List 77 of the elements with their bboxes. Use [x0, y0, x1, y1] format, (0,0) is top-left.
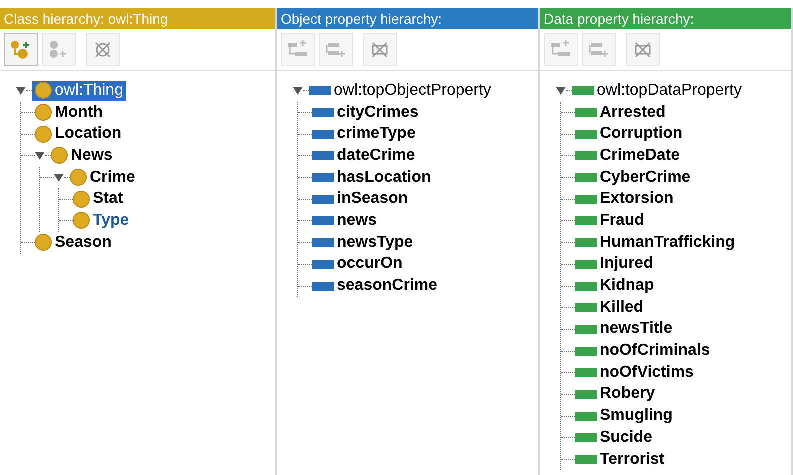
panel-title: Object property hierarchy:	[281, 10, 442, 28]
toolbar-button[interactable]	[4, 33, 38, 66]
tree-item[interactable]: cityCrimes	[337, 102, 419, 123]
data-property-icon	[575, 303, 597, 312]
data-property-icon	[572, 86, 594, 96]
tree-item[interactable]: Fraud	[600, 210, 644, 231]
tree-item[interactable]: noOfCriminals	[600, 341, 710, 362]
panel-title: Class hierarchy: owl:Thing	[4, 10, 168, 28]
tree-item[interactable]: crimeType	[337, 124, 416, 144]
tree-item[interactable]: HumanTrafficking	[600, 232, 736, 253]
data-property-icon	[575, 324, 597, 334]
tree-item[interactable]: owl:topObjectProperty	[334, 80, 492, 101]
data-property-icon	[575, 455, 597, 464]
data-property-icon	[575, 282, 597, 291]
data-property-icon	[575, 238, 597, 248]
expand-toggle-icon[interactable]	[16, 86, 26, 96]
object-property-icon	[309, 86, 331, 96]
tree-item[interactable]: Crime	[90, 168, 136, 188]
tree-item[interactable]: seasonCrime	[337, 276, 438, 296]
tree-item[interactable]: Terrorist	[600, 450, 665, 470]
object-property-icon	[312, 238, 334, 248]
object-property-icon	[312, 151, 334, 160]
delete-icon	[633, 40, 653, 60]
object-property-icon	[312, 108, 334, 118]
data-property-icon	[575, 346, 597, 356]
tree-item[interactable]: Kidnap	[600, 276, 654, 296]
tree-item[interactable]: CyberCrime	[600, 168, 691, 188]
tree-item[interactable]: news	[337, 210, 378, 231]
tree-item[interactable]: owl:Thing	[32, 80, 126, 101]
tree-item[interactable]: Killed	[600, 298, 644, 318]
panel-title: Data property hierarchy:	[544, 10, 694, 28]
tree-item[interactable]: newsType	[337, 232, 414, 253]
tree-item[interactable]: Arrested	[600, 102, 666, 123]
object-property-icon	[312, 130, 334, 139]
data-property-icon	[575, 390, 597, 399]
tree-item[interactable]: Month	[55, 102, 103, 123]
tree-item[interactable]: owl:topDataProperty	[597, 80, 742, 101]
tree-item[interactable]: newsTitle	[600, 319, 673, 340]
tree-item[interactable]: News	[71, 146, 113, 166]
data-property-icon	[575, 260, 597, 269]
tree-item[interactable]: Stat	[93, 189, 124, 210]
data-property-icon	[575, 130, 597, 139]
data-property-icon	[575, 173, 597, 182]
expand-toggle-icon[interactable]	[54, 172, 64, 183]
data-property-icon	[575, 368, 597, 378]
tree-item[interactable]: inSeason	[337, 189, 408, 210]
object-property-icon	[312, 216, 334, 226]
expand-toggle-icon[interactable]	[556, 86, 566, 96]
tree-item[interactable]: Extorsion	[600, 189, 674, 210]
delete-icon	[370, 40, 390, 60]
object-property-icon	[312, 173, 334, 182]
tree-item[interactable]: Location	[55, 124, 122, 144]
expand-toggle-icon[interactable]	[35, 150, 45, 161]
object-property-icon	[312, 260, 334, 269]
expand-toggle-icon[interactable]	[293, 86, 303, 96]
tree-item[interactable]: noOfVictims	[600, 362, 694, 383]
tree-item[interactable]: Smugling	[600, 406, 673, 426]
add-child-icon	[10, 40, 32, 60]
data-property-icon	[575, 194, 597, 204]
tree-item[interactable]: Season	[55, 232, 112, 253]
tree-item[interactable]: dateCrime	[337, 146, 416, 166]
tree-item[interactable]: Type	[93, 210, 130, 231]
tree-item[interactable]: Sucide	[600, 428, 652, 448]
data-property-icon	[575, 151, 597, 160]
tree-item[interactable]: CrimeDate	[600, 146, 680, 166]
data-property-icon	[575, 412, 597, 421]
data-property-icon	[575, 216, 597, 226]
tree-item[interactable]: occurOn	[337, 254, 403, 274]
data-property-icon	[575, 108, 597, 118]
object-property-icon	[312, 282, 334, 291]
tree-item[interactable]: hasLocation	[337, 168, 432, 188]
delete-icon	[93, 40, 113, 60]
object-property-icon	[312, 194, 334, 204]
data-property-icon	[575, 433, 597, 442]
tree-item[interactable]: Injured	[600, 254, 654, 274]
tree-item[interactable]: Robery	[600, 384, 656, 404]
tree-item[interactable]: Corruption	[600, 124, 683, 144]
